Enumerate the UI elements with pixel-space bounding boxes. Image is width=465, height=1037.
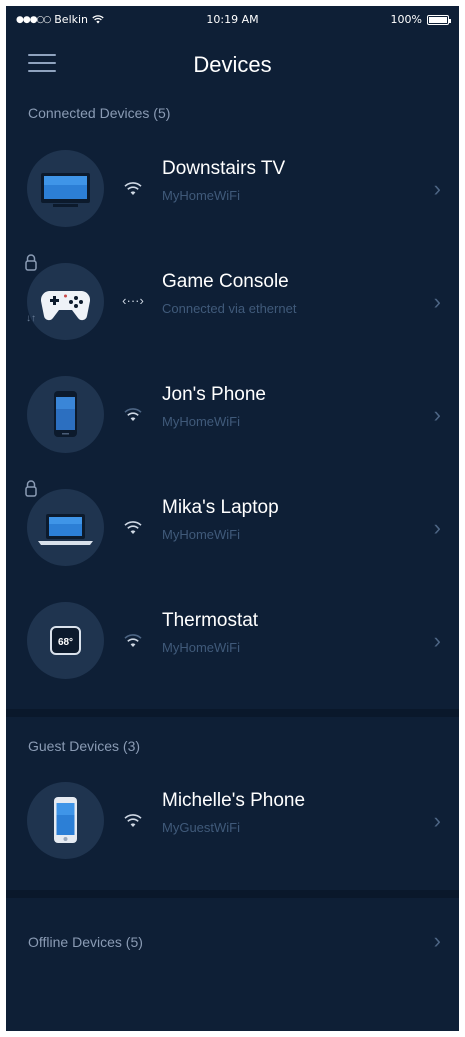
chevron-right-icon: › <box>433 289 441 314</box>
device-name: Game Console <box>162 271 289 292</box>
device-row-mikas-laptop[interactable]: Mika's Laptop MyHomeWiFi › <box>6 475 459 585</box>
device-network: MyGuestWiFi <box>162 820 240 835</box>
connected-devices-header: Connected Devices (5) <box>28 105 171 121</box>
section-divider <box>6 709 459 717</box>
device-row-jons-phone[interactable]: Jon's Phone MyHomeWiFi › <box>6 362 459 472</box>
device-name: Downstairs TV <box>162 158 286 179</box>
device-row-michelles-phone[interactable]: Michelle's Phone MyGuestWiFi › <box>6 768 459 878</box>
guest-devices-header: Guest Devices (3) <box>28 738 141 754</box>
thermostat-display: 68° <box>58 637 73 648</box>
chevron-right-icon: › <box>433 808 441 833</box>
device-avatar <box>27 263 104 340</box>
app-screen: ●●●○○ Belkin 10:19 AM 100% Devices Conne… <box>6 6 459 1031</box>
nav-bar: Devices <box>6 46 459 86</box>
device-avatar <box>27 376 104 453</box>
device-network: MyHomeWiFi <box>162 414 240 429</box>
phone-icon <box>54 797 77 843</box>
device-network: MyHomeWiFi <box>162 527 240 542</box>
data-transfer-icon: ↓↑ <box>26 313 36 324</box>
device-avatar <box>27 489 104 566</box>
device-name: Jon's Phone <box>162 384 266 405</box>
battery-percentage: 100% <box>390 13 422 26</box>
status-right: 100% <box>390 13 451 26</box>
wifi-icon <box>124 408 142 421</box>
phone-icon <box>54 391 77 437</box>
wifi-icon <box>124 814 142 827</box>
laptop-icon <box>38 514 93 545</box>
device-avatar: 68° <box>27 602 104 679</box>
thermostat-icon: 68° <box>50 626 81 655</box>
gamepad-icon <box>40 291 91 321</box>
device-avatar <box>27 150 104 227</box>
device-name: Michelle's Phone <box>162 790 306 811</box>
offline-devices-row[interactable]: Offline Devices (5) › <box>6 918 459 968</box>
chevron-right-icon: › <box>433 402 441 427</box>
tv-icon <box>41 173 90 207</box>
chevron-right-icon: › <box>433 628 441 653</box>
device-network: MyHomeWiFi <box>162 640 240 655</box>
ethernet-icon: ‹···› <box>122 293 144 308</box>
chevron-right-icon: › <box>433 515 441 540</box>
wifi-icon <box>124 182 142 195</box>
chevron-right-icon: › <box>433 176 441 201</box>
device-name: Mika's Laptop <box>162 497 279 518</box>
offline-devices-label: Offline Devices (5) <box>28 934 143 950</box>
wifi-icon <box>124 634 142 647</box>
status-bar: ●●●○○ Belkin 10:19 AM 100% <box>6 6 459 34</box>
device-row-downstairs-tv[interactable]: Downstairs TV MyHomeWiFi › <box>6 136 459 246</box>
device-network: MyHomeWiFi <box>162 188 240 203</box>
section-divider <box>6 890 459 898</box>
device-row-thermostat[interactable]: 68° Thermostat MyHomeWiFi › <box>6 588 459 698</box>
battery-icon <box>427 14 451 25</box>
device-row-game-console[interactable]: ↓↑ ‹···› Game Console Connected via ethe… <box>6 249 459 359</box>
wifi-icon <box>124 521 142 534</box>
device-name: Thermostat <box>162 610 259 631</box>
device-avatar <box>27 782 104 859</box>
page-title: Devices <box>193 52 272 77</box>
chevron-right-icon: › <box>433 928 441 953</box>
device-network: Connected via ethernet <box>162 301 297 316</box>
